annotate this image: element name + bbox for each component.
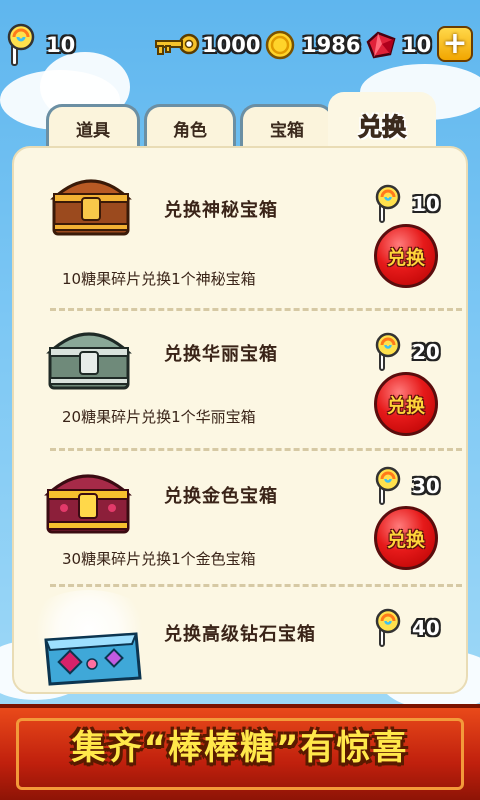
tab-label: 兑换 xyxy=(358,113,407,142)
gem-count: 10 xyxy=(402,33,432,57)
cost-value: 10 xyxy=(412,192,440,216)
gold-chest-icon xyxy=(44,474,132,534)
lollipop-icon xyxy=(375,608,401,647)
lollipop-icon xyxy=(7,23,35,66)
list-item: 兑换神秘宝箱 10糖果碎片兑换1个神秘宝箱 10 兑换 xyxy=(14,148,466,298)
tab-label: 道具 xyxy=(76,121,110,141)
lollipop-icon xyxy=(375,184,401,223)
exchange-button[interactable]: 兑换 xyxy=(374,506,438,570)
item-description: 30糖果碎片兑换1个金色宝箱 xyxy=(62,550,256,568)
key-counter: 1000 xyxy=(152,22,260,68)
silver-chest-icon xyxy=(46,332,132,390)
item-cost: 20 xyxy=(374,332,440,372)
list-item: 兑换华丽宝箱 20糖果碎片兑换1个华丽宝箱 20 兑换 xyxy=(14,308,466,448)
tab-characters[interactable]: 角色 xyxy=(144,104,236,150)
tab-exchange[interactable]: 兑换 xyxy=(328,92,436,154)
wooden-chest-icon xyxy=(50,179,132,236)
tab-label: 角色 xyxy=(173,121,207,141)
lollipop-icon xyxy=(375,332,401,371)
gold-count: 1986 xyxy=(302,33,361,57)
list-item: 兑换高级钻石宝箱 40 xyxy=(14,584,466,696)
item-description: 10糖果碎片兑换1个神秘宝箱 xyxy=(62,270,256,288)
key-icon xyxy=(155,33,200,55)
gold-coin-icon xyxy=(265,30,295,60)
lollipop-counter: 10 xyxy=(4,22,75,68)
item-title: 兑换神秘宝箱 xyxy=(164,200,278,221)
cost-value: 40 xyxy=(412,616,440,640)
exchange-button[interactable]: 兑换 xyxy=(374,372,438,436)
exchange-button[interactable]: 兑换 xyxy=(374,224,438,288)
cost-value: 30 xyxy=(412,474,440,498)
item-title: 兑换华丽宝箱 xyxy=(164,344,278,365)
item-title: 兑换金色宝箱 xyxy=(164,486,278,507)
ruby-gem-icon xyxy=(366,31,396,59)
gold-counter: 1986 xyxy=(264,22,360,68)
lollipop-icon xyxy=(375,466,401,505)
diamond-chest-icon xyxy=(44,632,142,686)
tab-label: 宝箱 xyxy=(270,121,304,141)
item-description: 20糖果碎片兑换1个华丽宝箱 xyxy=(62,408,256,426)
key-count: 1000 xyxy=(202,33,261,57)
item-cost: 10 xyxy=(374,184,440,224)
exchange-panel: 兑换神秘宝箱 10糖果碎片兑换1个神秘宝箱 10 兑换 兑换华丽宝箱 20糖果碎… xyxy=(12,146,468,694)
tab-items[interactable]: 道具 xyxy=(46,104,140,150)
item-cost: 30 xyxy=(374,466,440,506)
promo-banner-text: 集齐“棒棒糖”有惊喜 xyxy=(71,728,409,768)
item-cost: 40 xyxy=(374,608,440,648)
tab-chests[interactable]: 宝箱 xyxy=(240,104,334,150)
list-item: 兑换金色宝箱 30糖果碎片兑换1个金色宝箱 30 兑换 xyxy=(14,448,466,588)
add-currency-button[interactable]: + xyxy=(437,26,473,62)
gem-counter: 10 xyxy=(364,22,431,68)
lollipop-count: 10 xyxy=(46,33,76,57)
item-title: 兑换高级钻石宝箱 xyxy=(164,624,316,645)
cost-value: 20 xyxy=(412,340,440,364)
